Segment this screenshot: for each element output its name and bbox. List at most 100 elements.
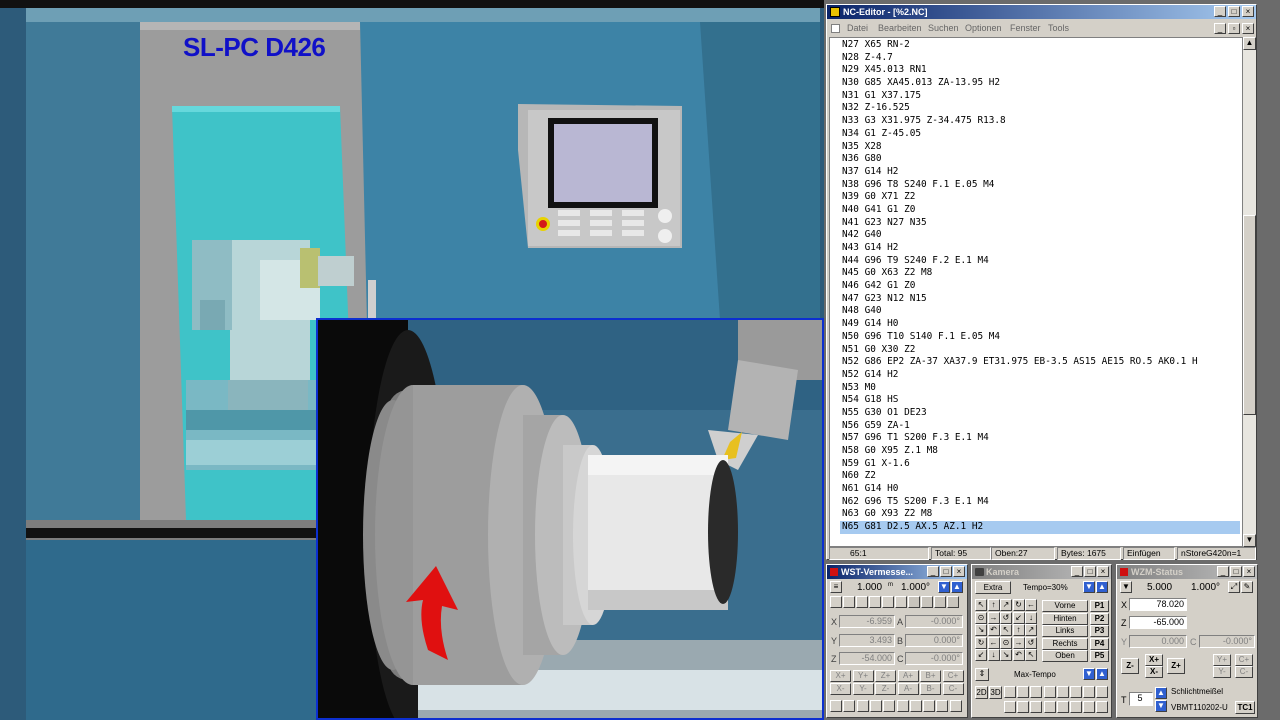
code-line[interactable]: N53 M0	[842, 382, 1242, 395]
menu-suchen[interactable]: Suchen	[928, 21, 959, 36]
code-line[interactable]: N37 G14 H2	[842, 166, 1242, 179]
kamera-tool-icon[interactable]	[1004, 686, 1016, 698]
code-line[interactable]: N47 G23 N12 N15	[842, 293, 1242, 306]
wst-tool-blank-icon[interactable]	[947, 596, 959, 608]
camera-arrow-icon[interactable]: ↘	[1000, 649, 1012, 661]
nc-editor-titlebar[interactable]: NC-Editor - [%2.NC]	[827, 5, 1256, 19]
wst-jog-button[interactable]: C+	[942, 670, 964, 682]
wst-tool-blank-icon[interactable]	[921, 596, 933, 608]
view-links-button[interactable]: Links	[1042, 625, 1088, 637]
zoom-view[interactable]	[316, 318, 824, 720]
code-line[interactable]: N50 G96 T10 S140 F.1 E.05 M4	[842, 331, 1242, 344]
code-line[interactable]: N44 G96 T9 S240 F.2 E.1 M4	[842, 255, 1242, 268]
menu-fenster[interactable]: Fenster	[1010, 21, 1041, 36]
camera-arrow-icon[interactable]: ←	[1025, 599, 1037, 611]
wzm-x-field[interactable]: 78.020	[1129, 598, 1187, 611]
code-line[interactable]: N29 X45.013 RN1	[842, 64, 1242, 77]
code-lines[interactable]: N27 X65 RN-2 N28 Z-4.7 N29 X45.013 RN1 N30 …	[840, 39, 1242, 534]
kamera-tool-icon[interactable]	[1043, 701, 1056, 713]
kamera-tool-icon[interactable]	[1017, 701, 1030, 713]
wst-tool-grid-icon[interactable]	[830, 596, 842, 608]
mode-3d-button[interactable]: 3D	[989, 686, 1002, 699]
menu-tools[interactable]: Tools	[1048, 21, 1069, 36]
kamera-extra-button[interactable]: Extra	[975, 581, 1011, 594]
wzm-dropdown-button[interactable]: ▼	[1120, 581, 1132, 593]
tool-up-button[interactable]: ▲	[1155, 687, 1167, 699]
code-line[interactable]: N63 G0 X93 Z2 M8	[842, 508, 1242, 521]
scroll-thumb[interactable]	[1243, 215, 1256, 415]
code-line[interactable]: N55 G30 O1 DE23	[842, 407, 1242, 420]
wst-angle[interactable]: 1.000°	[901, 582, 930, 593]
camera-arrow-icon[interactable]: ↗	[1025, 624, 1037, 636]
code-line[interactable]: N31 G1 X37.175	[842, 90, 1242, 103]
code-line[interactable]: N52 G86 EP2 ZA-37 XA37.9 ET31.975 EB-3.5…	[842, 356, 1242, 369]
camera-arrow-icon[interactable]: ↓	[1025, 611, 1037, 624]
wzm-angle[interactable]: 1.000°	[1191, 582, 1220, 593]
scroll-up-button[interactable]: ▲	[1243, 37, 1256, 50]
wzm-minimize-button[interactable]: _	[1217, 566, 1229, 577]
kamera-tool-icon[interactable]	[1083, 701, 1096, 713]
minimize-button[interactable]: _	[1214, 6, 1226, 17]
code-line[interactable]: N45 G0 X63 Z2 M8	[842, 267, 1242, 280]
wzm-jog-button[interactable]: Z-	[1121, 658, 1139, 674]
view-p4-key[interactable]: P4	[1090, 637, 1109, 650]
wzm-step[interactable]: 5.000	[1147, 582, 1172, 593]
code-line[interactable]: N57 G96 T1 S200 F.3 E.1 M4	[842, 432, 1242, 445]
wst-down-button[interactable]: ▼	[938, 581, 950, 593]
wst-bottom-table-icon[interactable]	[856, 700, 869, 712]
camera-arrow-icon[interactable]: ↘	[975, 624, 987, 636]
kamera-window[interactable]: Kamera _ □ × Extra Tempo=30% ▼ ▲ ⇕ Max-T…	[971, 564, 1112, 718]
camera-arrow-icon[interactable]: ↖	[1000, 624, 1012, 636]
view-rechts-button[interactable]: Rechts	[1042, 637, 1088, 650]
view-p5-key[interactable]: P5	[1090, 650, 1109, 662]
doc-restore-button[interactable]: ▫	[1228, 23, 1240, 34]
kamera-tool-icon[interactable]	[1096, 686, 1109, 698]
view-vorne-button[interactable]: Vorne	[1042, 600, 1088, 612]
camera-arrow-icon[interactable]: ↙	[975, 649, 987, 661]
wst-window[interactable]: WST-Vermesse... _ □ × ≡ 1.000 m 1.000° ▼…	[826, 564, 968, 718]
camera-arrow-icon[interactable]: ⊙	[1000, 636, 1012, 649]
wst-jog-button[interactable]: Y-	[852, 683, 874, 695]
wzm-jog-button[interactable]: C+	[1235, 654, 1253, 666]
code-line[interactable]: N62 G96 T5 S200 F.3 E.1 M4	[842, 496, 1242, 509]
wzm-window[interactable]: WZM-Status _ □ × ▼ 5.000 1.000° ⤢ ✎ X 78…	[1116, 564, 1258, 718]
camera-arrow-icon[interactable]: ⊙	[975, 611, 987, 624]
camera-arrow-icon[interactable]: ↻	[1012, 599, 1025, 611]
view-p3-key[interactable]: P3	[1090, 625, 1109, 637]
wst-jog-button[interactable]: Z+	[875, 670, 896, 682]
wzm-jog-button[interactable]: X+	[1145, 654, 1163, 666]
code-line[interactable]: N48 G40	[842, 305, 1242, 318]
wst-up-button[interactable]: ▲	[951, 581, 963, 593]
code-line[interactable]: N38 G96 T8 S240 F.1 E.05 M4	[842, 179, 1242, 192]
kamera-close-button[interactable]: ×	[1097, 566, 1109, 577]
code-line[interactable]: N34 G1 Z-45.05	[842, 128, 1242, 141]
wzm-expand-button[interactable]: ⤢	[1228, 581, 1240, 593]
wst-tool-box-icon[interactable]	[856, 596, 868, 608]
code-line[interactable]: N32 Z-16.525	[842, 102, 1242, 115]
camera-arrow-icon[interactable]: ↑	[987, 599, 1000, 611]
camera-arrow-icon[interactable]: ↶	[1012, 649, 1025, 661]
wst-bottom-table-icon[interactable]	[896, 700, 909, 712]
wzm-tool-number[interactable]: 5	[1129, 692, 1153, 706]
code-line[interactable]: N46 G42 G1 Z0	[842, 280, 1242, 293]
code-line[interactable]: N42 G40	[842, 229, 1242, 242]
wst-tool-box-icon[interactable]	[895, 596, 907, 608]
menu-datei[interactable]: Datei	[847, 21, 868, 36]
menu-bearbeiten[interactable]: Bearbeiten	[878, 21, 922, 36]
wst-bottom-circle-icon[interactable]	[909, 700, 922, 712]
doc-close-button[interactable]: ×	[1242, 23, 1254, 34]
wst-jog-button[interactable]: A-	[897, 683, 919, 695]
wst-bottom-circle-icon[interactable]	[936, 700, 949, 712]
wst-jog-button[interactable]: Z-	[875, 683, 896, 695]
wst-bottom-table-icon[interactable]	[883, 700, 896, 712]
kamera-minimize-button[interactable]: _	[1071, 566, 1083, 577]
camera-arrow-icon[interactable]: ↻	[975, 636, 987, 649]
camera-arrow-icon[interactable]: ↺	[1000, 611, 1012, 624]
kamera-tool-icon[interactable]	[1083, 686, 1096, 698]
mode-2d-button[interactable]: 2D	[975, 686, 988, 699]
code-line-selected[interactable]: N65 G81 D2.5 AX.5 AZ.1 H2	[840, 521, 1240, 534]
code-line[interactable]: N33 G3 X31.975 Z-34.475 R13.8	[842, 115, 1242, 128]
wst-bottom-table-icon[interactable]	[843, 700, 856, 712]
view-p1-key[interactable]: P1	[1090, 600, 1109, 612]
wst-tool-blank-icon[interactable]	[934, 596, 946, 608]
